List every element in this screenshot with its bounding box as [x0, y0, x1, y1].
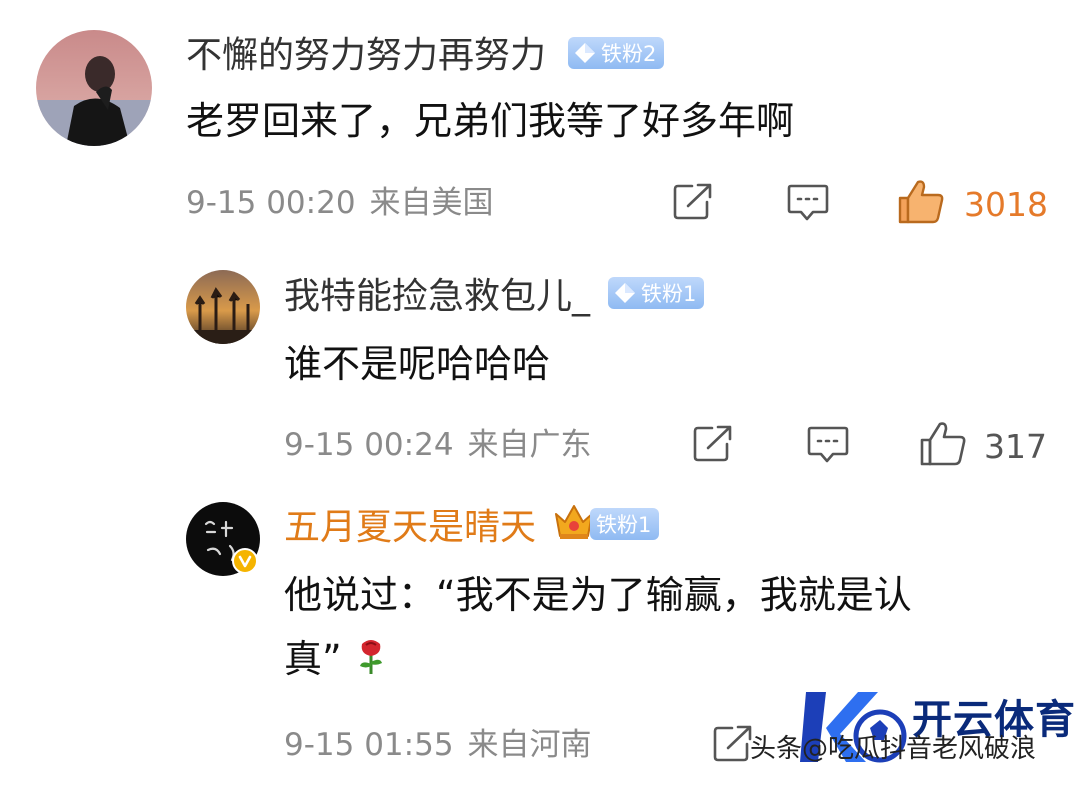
fan-badge: 铁粉1 — [590, 508, 660, 540]
thumbs-up-icon[interactable] — [918, 420, 968, 468]
comment-text: 老罗回来了，兄弟们我等了好多年啊 — [186, 99, 795, 143]
comment-meta: 9-15 01:55 来自河南 — [284, 730, 592, 761]
timestamp: 9-15 00:24 — [284, 427, 454, 463]
comment-meta: 9-15 00:24 来自广东 — [284, 430, 592, 461]
rose-emoji — [359, 640, 382, 674]
comment-icon[interactable] — [806, 424, 850, 466]
comment-icon[interactable] — [786, 182, 830, 224]
like-count: 317 — [984, 427, 1047, 466]
location: 来自河南 — [467, 727, 592, 763]
fan-badge: 铁粉2 — [568, 37, 665, 69]
comment-text: 他说过：“我不是为了输赢，我就是认 — [284, 573, 912, 617]
timestamp: 9-15 01:55 — [284, 727, 454, 763]
thumbs-up-filled-icon[interactable] — [896, 178, 946, 226]
username[interactable]: 五月夏天是晴天 — [284, 510, 536, 546]
diamond-icon — [575, 43, 595, 63]
diamond-icon — [615, 283, 635, 303]
avatar[interactable] — [36, 30, 152, 146]
fan-badge-label: 铁粉1 — [596, 513, 652, 537]
location: 来自广东 — [467, 427, 592, 463]
avatar[interactable] — [186, 270, 260, 344]
location: 来自美国 — [369, 185, 494, 221]
comment-text-line2: 真” — [284, 637, 342, 681]
watermark-source: 头条@吃瓜抖音老风破浪 — [750, 734, 1037, 764]
share-icon[interactable] — [672, 182, 716, 222]
verified-v-icon — [232, 548, 258, 574]
comment-meta: 9-15 00:20 来自美国 — [186, 188, 494, 219]
username[interactable]: 不懈的努力努力再努力 — [186, 38, 546, 74]
fan-badge-label: 铁粉1 — [641, 282, 697, 306]
comment-text-continued: 真” — [284, 632, 388, 687]
fan-badge-label: 铁粉2 — [601, 42, 657, 66]
share-icon[interactable] — [692, 424, 736, 464]
like-count: 3018 — [964, 185, 1048, 224]
timestamp: 9-15 00:20 — [186, 185, 356, 221]
fan-badge: 铁粉1 — [608, 277, 705, 309]
username[interactable]: 我特能捡急救包儿_ — [284, 279, 590, 315]
comment-text: 谁不是呢哈哈哈 — [284, 342, 551, 386]
